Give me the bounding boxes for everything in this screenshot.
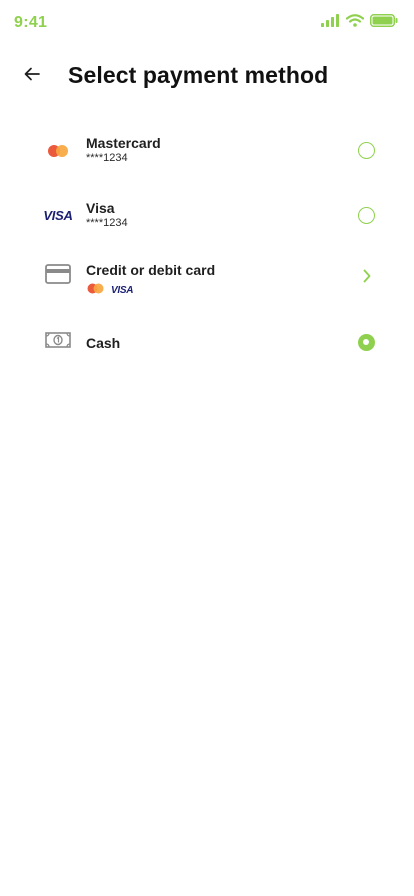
header: Select payment method bbox=[0, 56, 414, 100]
payment-method-credit-card[interactable]: Credit or debit card VISA bbox=[0, 248, 414, 313]
payment-method-cash[interactable]: Cash bbox=[0, 313, 414, 378]
radio-button[interactable] bbox=[358, 142, 375, 159]
visa-logo-icon: VISA bbox=[111, 284, 134, 296]
radio-button[interactable] bbox=[358, 207, 375, 224]
page-title: Select payment method bbox=[68, 62, 329, 88]
card-number-masked: ****1234 bbox=[86, 152, 128, 164]
visa-logo-icon: VISA bbox=[43, 207, 73, 223]
cash-banknote-icon bbox=[38, 326, 78, 354]
credit-card-icon bbox=[38, 260, 78, 288]
chevron-right-icon[interactable] bbox=[360, 268, 374, 284]
card-number-masked: ****1234 bbox=[86, 217, 128, 229]
accepted-card-logos: VISA bbox=[87, 281, 133, 299]
radio-button-selected[interactable] bbox=[358, 334, 375, 351]
mastercard-logo-icon bbox=[87, 281, 104, 299]
status-bar: 9:41 bbox=[0, 0, 414, 48]
back-button[interactable] bbox=[20, 64, 44, 88]
wifi-icon bbox=[345, 14, 365, 32]
payment-method-list: Mastercard ****1234 VISA Visa ****1234 C… bbox=[0, 118, 414, 378]
payment-method-mastercard[interactable]: Mastercard ****1234 bbox=[0, 118, 414, 183]
battery-icon bbox=[370, 14, 398, 32]
status-time: 9:41 bbox=[14, 14, 48, 31]
payment-method-name: Cash bbox=[86, 335, 121, 351]
payment-method-name: Visa bbox=[86, 200, 115, 216]
status-icons bbox=[321, 14, 398, 32]
payment-method-name: Mastercard bbox=[86, 135, 161, 151]
payment-method-visa[interactable]: VISA Visa ****1234 bbox=[0, 183, 414, 248]
cellular-signal-icon bbox=[321, 14, 340, 32]
arrow-left-icon bbox=[24, 67, 40, 86]
payment-method-name: Credit or debit card bbox=[86, 262, 216, 278]
mastercard-logo-icon bbox=[38, 137, 78, 165]
